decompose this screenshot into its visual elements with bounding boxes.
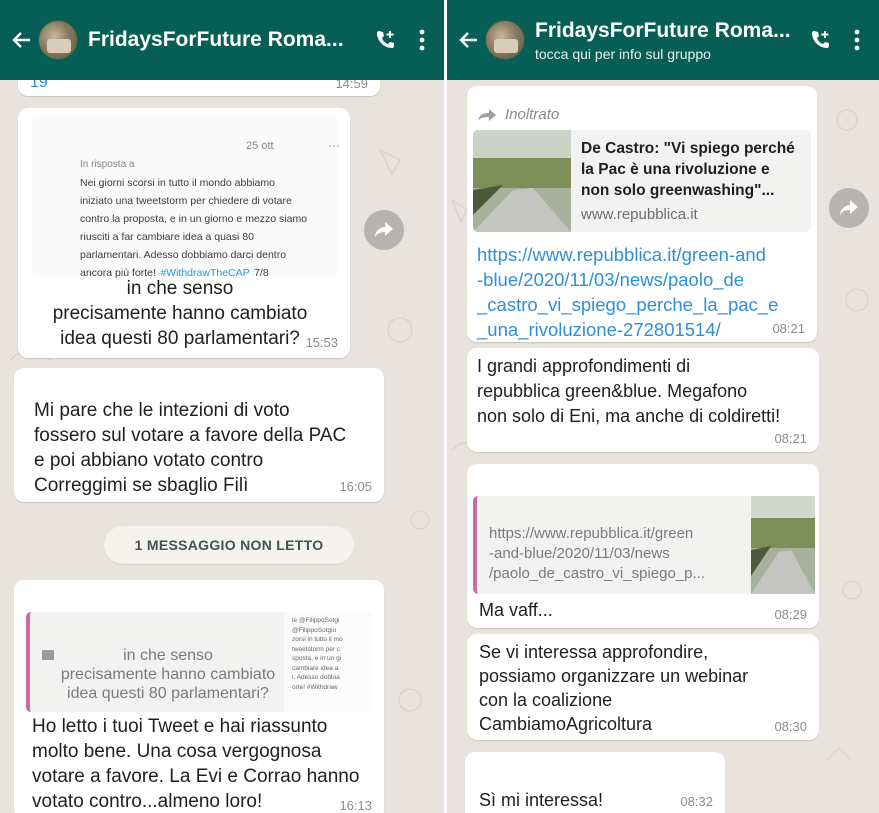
forward-icon[interactable] (829, 188, 869, 228)
more-options-icon[interactable] (847, 25, 867, 55)
forwarded-icon (478, 108, 496, 121)
message-bubble-forwarded[interactable]: Inoltrato De Castro: "Vi spiego perché l… (467, 86, 817, 342)
quoted-text: in che senso precisamente hanno cambiato… (60, 647, 276, 702)
message-text: Ma vaff... (479, 600, 553, 620)
unread-messages-divider: 1 MESSAGGIO NON LETTO (104, 526, 354, 564)
message-time: 08:32 (680, 794, 713, 809)
tweet-text: Nei giorni scorsi in tutto il mondo abbi… (80, 177, 308, 279)
back-arrow-icon[interactable] (8, 27, 34, 53)
message-bubble-webinar[interactable]: Se vi interessa approfondire, possiamo o… (467, 634, 819, 740)
tweet-in-reply: In risposta a (80, 159, 135, 170)
message-link[interactable]: https://www.repubblica.it/green-and -blu… (477, 242, 813, 342)
more-options-icon[interactable] (412, 25, 432, 55)
chat-panel-left: FridaysForFuture Roma... 19 14:59 25 ott… (0, 0, 444, 813)
message-time: 08:29 (774, 607, 807, 622)
back-arrow-icon[interactable] (455, 27, 481, 53)
group-subtitle: tocca qui per info sul gruppo (535, 45, 711, 62)
link-preview-site: www.repubblica.it (581, 206, 698, 223)
message-text: Mi pare che le intezioni di voto fossero… (34, 400, 347, 496)
message-time: 16:13 (339, 798, 372, 813)
group-title: FridaysForFuture Roma... (535, 18, 791, 42)
message-bubble-si[interactable]: Sì mi interessa! 08:32 (465, 752, 725, 813)
message-bubble-vaff[interactable]: https://www.repubblica.it/green -and-blu… (467, 464, 819, 628)
message-bubble-reply[interactable]: in che senso precisamente hanno cambiato… (14, 580, 384, 813)
chat-header: FridaysForFuture Roma... (0, 0, 444, 80)
quoted-thumbnail (751, 496, 815, 594)
tweet-card[interactable]: 25 ott ··· In risposta a Nei giorni scor… (32, 116, 340, 279)
group-avatar[interactable] (485, 20, 525, 60)
forward-icon[interactable] (364, 210, 404, 250)
message-bubble-tweet-reply[interactable]: 25 ott ··· In risposta a Nei giorni scor… (18, 108, 350, 358)
forwarded-label-row: Inoltrato (477, 106, 559, 123)
tweet-more-icon[interactable]: ··· (328, 138, 340, 152)
message-text: Ho letto i tuoi Tweet e hai riassunto mo… (32, 716, 360, 812)
chat-panel-right: FridaysForFuture Roma... tocca qui per i… (447, 0, 879, 813)
quoted-thumb-text: le @FilippoSotgi @FilippoSotgiu zorsi in… (292, 617, 343, 691)
message-text: I grandi approfondimenti di repubblica g… (477, 356, 781, 426)
header-titles[interactable]: FridaysForFuture Roma... (88, 28, 370, 52)
chat-header: FridaysForFuture Roma... tocca qui per i… (447, 0, 879, 80)
forwarded-label: Inoltrato (505, 106, 560, 123)
group-title: FridaysForFuture Roma... (88, 28, 344, 51)
message-time: 15:53 (305, 335, 338, 350)
tweet-body: Nei giorni scorsi in tutto il mondo abbi… (80, 173, 336, 281)
quoted-link[interactable]: https://www.repubblica.it/green -and-blu… (473, 496, 815, 594)
link-preview[interactable]: De Castro: "Vi spiego perché la Pac è un… (473, 130, 811, 232)
quoted-url: https://www.repubblica.it/green -and-blu… (489, 525, 705, 582)
header-titles[interactable]: FridaysForFuture Roma... tocca qui per i… (535, 19, 805, 62)
link-preview-thumbnail (473, 130, 571, 232)
add-call-icon[interactable] (370, 25, 400, 55)
quoted-message[interactable]: in che senso precisamente hanno cambiato… (26, 612, 372, 712)
message-bubble-pac[interactable]: Mi pare che le intezioni di voto fossero… (14, 368, 384, 502)
message-time: 08:21 (772, 321, 805, 336)
message-text: Sì mi interessa! (479, 790, 604, 810)
message-text: in che senso precisamente hanno cambiato… (52, 278, 308, 349)
group-avatar[interactable] (38, 20, 78, 60)
message-time: 08:30 (774, 719, 807, 734)
link-preview-title: De Castro: "Vi spiego perché la Pac è un… (581, 140, 795, 199)
quoted-tweet-thumb: le @FilippoSotgi @FilippoSotgiu zorsi in… (284, 612, 372, 712)
message-bubble-megafono[interactable]: I grandi approfondimenti di repubblica g… (467, 348, 819, 452)
message-time: 08:21 (774, 431, 807, 446)
message-text: Se vi interessa approfondire, possiamo o… (479, 642, 749, 734)
message-time: 16:05 (339, 479, 372, 494)
add-call-icon[interactable] (805, 25, 835, 55)
tweet-date: 25 ott (246, 140, 274, 152)
